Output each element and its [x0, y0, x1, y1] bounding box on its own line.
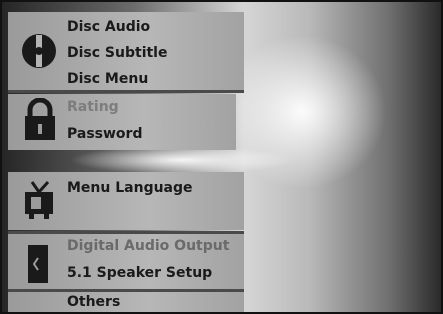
- others-settings-group: [8, 292, 244, 312]
- menu-item-disc-menu[interactable]: Disc Menu: [67, 71, 148, 87]
- tv-icon: [25, 180, 53, 219]
- menu-item-menu-language[interactable]: Menu Language: [67, 180, 193, 196]
- menu-item-password[interactable]: Password: [67, 126, 142, 142]
- setup-menu-screen: Disc Audio Disc Subtitle Disc Menu Ratin…: [0, 0, 443, 314]
- menu-item-rating[interactable]: Rating: [67, 99, 119, 115]
- menu-divider: [8, 90, 244, 93]
- menu-item-disc-audio[interactable]: Disc Audio: [67, 19, 150, 35]
- menu-item-others[interactable]: Others: [67, 294, 120, 310]
- menu-item-digital-audio-output[interactable]: Digital Audio Output: [67, 238, 229, 254]
- disc-icon: [22, 34, 56, 68]
- menu-item-disc-subtitle[interactable]: Disc Subtitle: [67, 45, 167, 61]
- speaker-icon: [28, 245, 48, 283]
- menu-item-speaker-setup[interactable]: 5.1 Speaker Setup: [67, 265, 212, 281]
- padlock-icon: [25, 98, 55, 140]
